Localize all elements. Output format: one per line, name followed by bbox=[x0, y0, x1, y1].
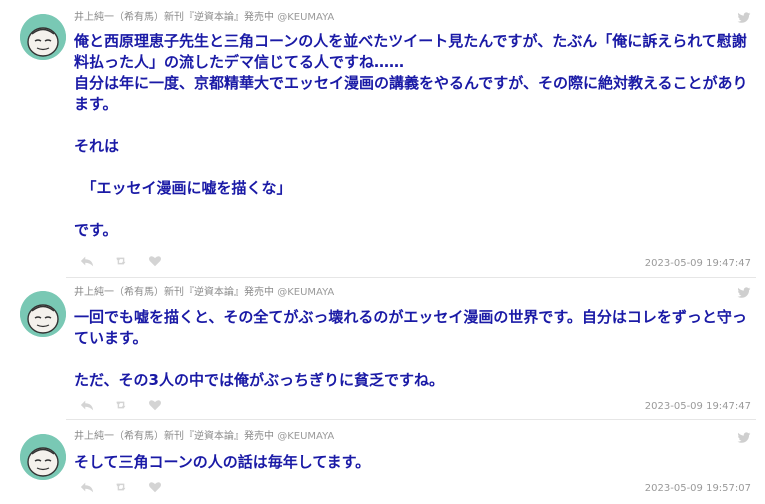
timestamp[interactable]: 2023-05-09 19:47:47 bbox=[645, 401, 751, 413]
author-handle[interactable]: @KEUMAYA bbox=[277, 431, 334, 442]
author-line: 井上純一（希有馬）新刊『逆資本論』発売中 @KEUMAYA bbox=[74, 430, 334, 444]
author-name[interactable]: 井上純一（希有馬）新刊『逆資本論』発売中 bbox=[74, 287, 274, 298]
heart-icon[interactable] bbox=[148, 398, 162, 412]
tweet-text: 一回でも嘘を描くと、その全てがぶっ壊れるのがエッセイ漫画の世界です。自分はコレを… bbox=[74, 308, 747, 389]
reply-icon[interactable] bbox=[80, 480, 94, 494]
reply-icon[interactable] bbox=[80, 398, 94, 412]
retweet-icon[interactable] bbox=[114, 398, 128, 412]
retweet-icon[interactable] bbox=[114, 480, 128, 494]
retweet-icon[interactable] bbox=[114, 254, 128, 268]
tweet-text: そして三角コーンの人の話は毎年してます。 bbox=[74, 453, 371, 471]
author-name[interactable]: 井上純一（希有馬）新刊『逆資本論』発売中 bbox=[74, 431, 274, 442]
avatar[interactable] bbox=[20, 291, 66, 337]
twitter-bird-icon[interactable] bbox=[737, 432, 751, 444]
twitter-bird-icon[interactable] bbox=[737, 287, 751, 299]
author-handle[interactable]: @KEUMAYA bbox=[277, 287, 334, 298]
heart-icon[interactable] bbox=[148, 254, 162, 268]
avatar[interactable] bbox=[20, 434, 66, 480]
reply-icon[interactable] bbox=[80, 254, 94, 268]
tweet: 井上純一（希有馬）新刊『逆資本論』発売中 @KEUMAYA 一回でも嘘を描くと、… bbox=[0, 278, 765, 418]
avatar[interactable] bbox=[20, 14, 66, 60]
timestamp[interactable]: 2023-05-09 19:57:07 bbox=[645, 483, 751, 495]
author-handle[interactable]: @KEUMAYA bbox=[277, 12, 334, 23]
heart-icon[interactable] bbox=[148, 480, 162, 494]
twitter-bird-icon[interactable] bbox=[737, 12, 751, 24]
author-name[interactable]: 井上純一（希有馬）新刊『逆資本論』発売中 bbox=[74, 12, 274, 23]
author-line: 井上純一（希有馬）新刊『逆資本論』発売中 @KEUMAYA bbox=[74, 11, 334, 25]
timestamp[interactable]: 2023-05-09 19:47:47 bbox=[645, 258, 751, 270]
tweet: 井上純一（希有馬）新刊『逆資本論』発売中 @KEUMAYA 俺と西原理恵子先生と… bbox=[0, 0, 765, 276]
tweet-text: 俺と西原理恵子先生と三角コーンの人を並べたツイート見たんですが、たぶん「俺に訴え… bbox=[74, 32, 748, 239]
tweet: 井上純一（希有馬）新刊『逆資本論』発売中 @KEUMAYA そして三角コーンの人… bbox=[0, 420, 765, 504]
author-line: 井上純一（希有馬）新刊『逆資本論』発売中 @KEUMAYA bbox=[74, 286, 334, 300]
